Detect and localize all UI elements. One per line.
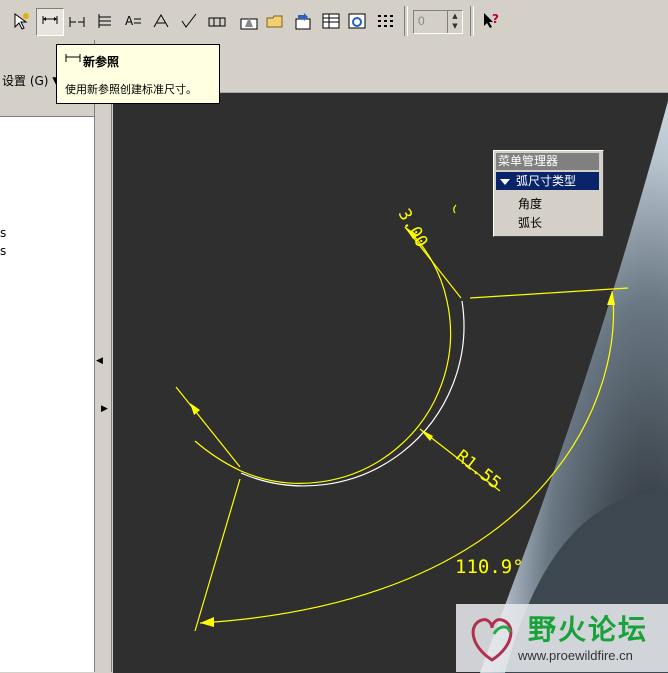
baseline-icon[interactable]	[64, 8, 90, 34]
arrow-head	[420, 429, 433, 441]
menu-item-angle[interactable]: 角度	[518, 195, 542, 212]
dimension-arc[interactable]	[194, 226, 452, 484]
main-toolbar: A 0 ▲ ▼ ?	[0, 0, 668, 41]
new-reference-icon	[65, 54, 81, 62]
folder-icon[interactable]	[262, 8, 288, 34]
extension-line	[194, 478, 241, 632]
stepper-value: 0	[418, 14, 425, 28]
dimension-label-300[interactable]: 3.00	[394, 206, 432, 251]
repeat-icon[interactable]	[290, 8, 316, 34]
grid-icon[interactable]	[372, 8, 398, 34]
arrow-head	[190, 403, 200, 415]
svg-text:A: A	[125, 14, 134, 28]
weld-icon[interactable]	[148, 8, 174, 34]
arrow-head	[200, 617, 214, 627]
menu-manager-title: 菜单管理器	[496, 153, 599, 170]
model-tree-panel: 设置 (G) ▼ s s	[0, 40, 95, 672]
select-icon[interactable]	[8, 8, 34, 34]
watermark-url: www.proewildfire.cn	[518, 648, 633, 663]
collapse-left-icon[interactable]: ◀	[96, 356, 103, 366]
panel-splitter[interactable]: ◀ ▶	[95, 40, 112, 672]
table-icon[interactable]	[318, 8, 344, 34]
tree-item-fragment[interactable]: s	[0, 244, 6, 258]
chevron-up-icon[interactable]: ▲	[448, 11, 462, 21]
extension-line	[469, 287, 629, 299]
tooltip-title: 新参照	[83, 55, 120, 69]
surface-finish-icon[interactable]	[176, 8, 202, 34]
expand-right-icon[interactable]: ▶	[101, 404, 108, 414]
dimension-label-angle[interactable]: 110.9°	[455, 556, 524, 578]
regenerate-icon[interactable]	[344, 8, 370, 34]
triangle-down-icon	[500, 178, 510, 185]
dimension-label-r155[interactable]: R1.55	[452, 446, 505, 493]
tooltip: 新参照 使用新参照创建标准尺寸。	[56, 44, 220, 104]
watermark: 野火论坛 www.proewildfire.cn	[456, 604, 668, 672]
dimension-leader	[175, 386, 241, 468]
menu-header-label: 弧尺寸类型	[516, 174, 577, 188]
note-icon[interactable]: A	[120, 8, 146, 34]
stepper-arrows[interactable]: ▲ ▼	[447, 11, 462, 33]
context-help-icon[interactable]: ?	[478, 8, 504, 34]
watermark-title: 野火论坛	[528, 613, 649, 646]
toolbar-separator	[470, 6, 474, 36]
menu-item-arc-length[interactable]: 弧长	[518, 214, 542, 231]
dimension-button[interactable]	[36, 8, 64, 36]
ordinate-icon[interactable]	[92, 8, 118, 34]
quantity-stepper[interactable]: 0 ▲ ▼	[413, 10, 463, 34]
chevron-down-icon[interactable]: ▼	[448, 21, 462, 31]
svg-text:?: ?	[492, 12, 499, 26]
forum-logo-icon	[471, 618, 513, 662]
menu-manager: 菜单管理器 弧尺寸类型 角度 弧长	[493, 150, 604, 237]
datum-icon[interactable]	[204, 8, 230, 34]
dimension-mark	[453, 204, 457, 214]
tree-item-fragment[interactable]: s	[0, 226, 6, 240]
menu-header-arc-dim-type[interactable]: 弧尺寸类型	[496, 172, 599, 190]
geometry-arc[interactable]	[240, 300, 465, 487]
show-annotations-icon[interactable]	[236, 8, 262, 34]
settings-menu[interactable]: 设置 (G) ▼	[0, 72, 62, 90]
toolbar-separator	[404, 6, 408, 36]
tooltip-body: 使用新参照创建标准尺寸。	[65, 83, 197, 96]
